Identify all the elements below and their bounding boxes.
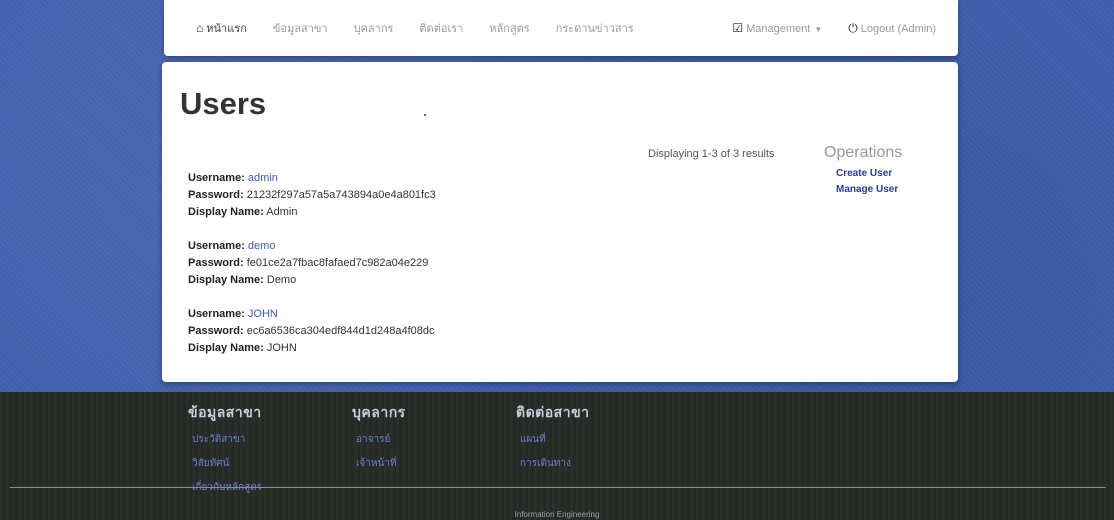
username-link[interactable]: demo — [248, 240, 276, 252]
content-panel: Users Displaying 1-3 of 3 results Operat… — [162, 62, 958, 382]
check-square-icon: ☑ — [732, 21, 744, 35]
display-name-label: Display Name: — [188, 206, 264, 218]
display-name-row: Display Name: JOHN — [188, 340, 435, 357]
footer-column-contact: ติดต่อสาขา แผนที่ การเดินทาง — [516, 402, 590, 480]
navbar-right: ☑ Management ▼ ⏻ Logout (Admin) — [706, 0, 936, 56]
nav-item-curriculum[interactable]: หลักสูตร — [489, 19, 529, 37]
username-link[interactable]: JOHN — [248, 308, 278, 320]
stray-dot — [424, 114, 426, 116]
display-name-row: Display Name: Demo — [188, 272, 428, 289]
footer-heading: ติดต่อสาขา — [516, 404, 590, 420]
nav-item-department-info[interactable]: ข้อมูลสาขา — [273, 19, 328, 37]
footer-divider — [10, 487, 1106, 488]
username-row: Username: admin — [188, 170, 436, 187]
nav-item-label: หน้าแรก — [206, 23, 247, 35]
password-value: 21232f297a57a5a743894a0e4a801fc3 — [246, 189, 436, 201]
manage-user-link[interactable]: Manage User — [836, 184, 934, 195]
password-label: Password: — [188, 325, 244, 337]
password-value: ec6a6536ca304edf844d1d248a4f08dc — [246, 325, 435, 337]
nav-item-news-board[interactable]: กระดานข่าวสาร — [556, 19, 634, 37]
footer-link[interactable]: อาจารย์ — [356, 432, 406, 447]
display-name-value: Demo — [266, 274, 297, 286]
logout-link[interactable]: ⏻ Logout (Admin) — [848, 21, 936, 36]
nav-item-contact[interactable]: ติดต่อเรา — [419, 19, 463, 37]
footer-column-department: ข้อมูลสาขา ประวัติสาขา วิสัยทัศน์ เกี่ยว… — [188, 402, 262, 504]
footer-column-staff: บุคลากร อาจารย์ เจ้าหน้าที่ — [352, 402, 406, 480]
caret-down-icon: ▼ — [814, 25, 823, 34]
user-entry: Username: admin Password: 21232f297a57a5… — [188, 170, 436, 221]
home-icon: ⌂ — [196, 21, 204, 35]
password-value: fe01ce2a7fbac8fafaed7c982a04e229 — [246, 257, 429, 269]
footer-heading: ข้อมูลสาขา — [188, 404, 262, 420]
username-row: Username: demo — [188, 238, 428, 255]
site-footer: ข้อมูลสาขา ประวัติสาขา วิสัยทัศน์ เกี่ยว… — [0, 392, 1114, 520]
management-dropdown[interactable]: ☑ Management ▼ — [732, 21, 822, 35]
display-name-row: Display Name: Admin — [188, 204, 436, 221]
create-user-link[interactable]: Create User — [836, 168, 934, 179]
top-navbar: ⌂ หน้าแรก ข้อมูลสาขา บุคลากร ติดต่อเรา หล… — [164, 0, 958, 56]
power-icon: ⏻ — [848, 20, 858, 35]
footer-copyright: Information Engineering — [514, 510, 600, 519]
display-name-label: Display Name: — [188, 274, 264, 286]
user-entry: Username: demo Password: fe01ce2a7fbac8f… — [188, 238, 428, 289]
password-row: Password: 21232f297a57a5a743894a0e4a801f… — [188, 187, 436, 204]
management-label: Management — [746, 23, 811, 35]
display-name-value: Admin — [266, 206, 298, 218]
display-name-value: JOHN — [266, 342, 297, 354]
username-label: Username: — [188, 308, 245, 320]
nav-item-home[interactable]: ⌂ หน้าแรก — [196, 19, 247, 37]
username-label: Username: — [188, 240, 245, 252]
password-row: Password: fe01ce2a7fbac8fafaed7c982a04e2… — [188, 255, 428, 272]
password-label: Password: — [188, 257, 244, 269]
operations-menu: Operations Create User Manage User — [824, 144, 934, 200]
password-label: Password: — [188, 189, 244, 201]
display-name-label: Display Name: — [188, 342, 264, 354]
page-title: Users — [180, 86, 267, 121]
username-link[interactable]: admin — [248, 172, 278, 184]
username-label: Username: — [188, 172, 245, 184]
logout-label: Logout (Admin) — [860, 22, 936, 35]
user-entry: Username: JOHN Password: ec6a6536ca304ed… — [188, 306, 435, 357]
password-row: Password: ec6a6536ca304edf844d1d248a4f08… — [188, 323, 435, 340]
footer-link[interactable]: แผนที่ — [520, 432, 590, 447]
username-row: Username: JOHN — [188, 306, 435, 323]
operations-title: Operations — [824, 144, 903, 161]
footer-link[interactable]: วิสัยทัศน์ — [192, 456, 262, 471]
results-summary: Displaying 1-3 of 3 results — [648, 148, 775, 160]
footer-link[interactable]: การเดินทาง — [520, 456, 590, 471]
footer-link[interactable]: เจ้าหน้าที่ — [356, 456, 406, 471]
footer-link[interactable]: ประวัติสาขา — [192, 432, 262, 447]
footer-heading: บุคลากร — [352, 404, 406, 420]
nav-item-staff[interactable]: บุคลากร — [354, 19, 394, 37]
